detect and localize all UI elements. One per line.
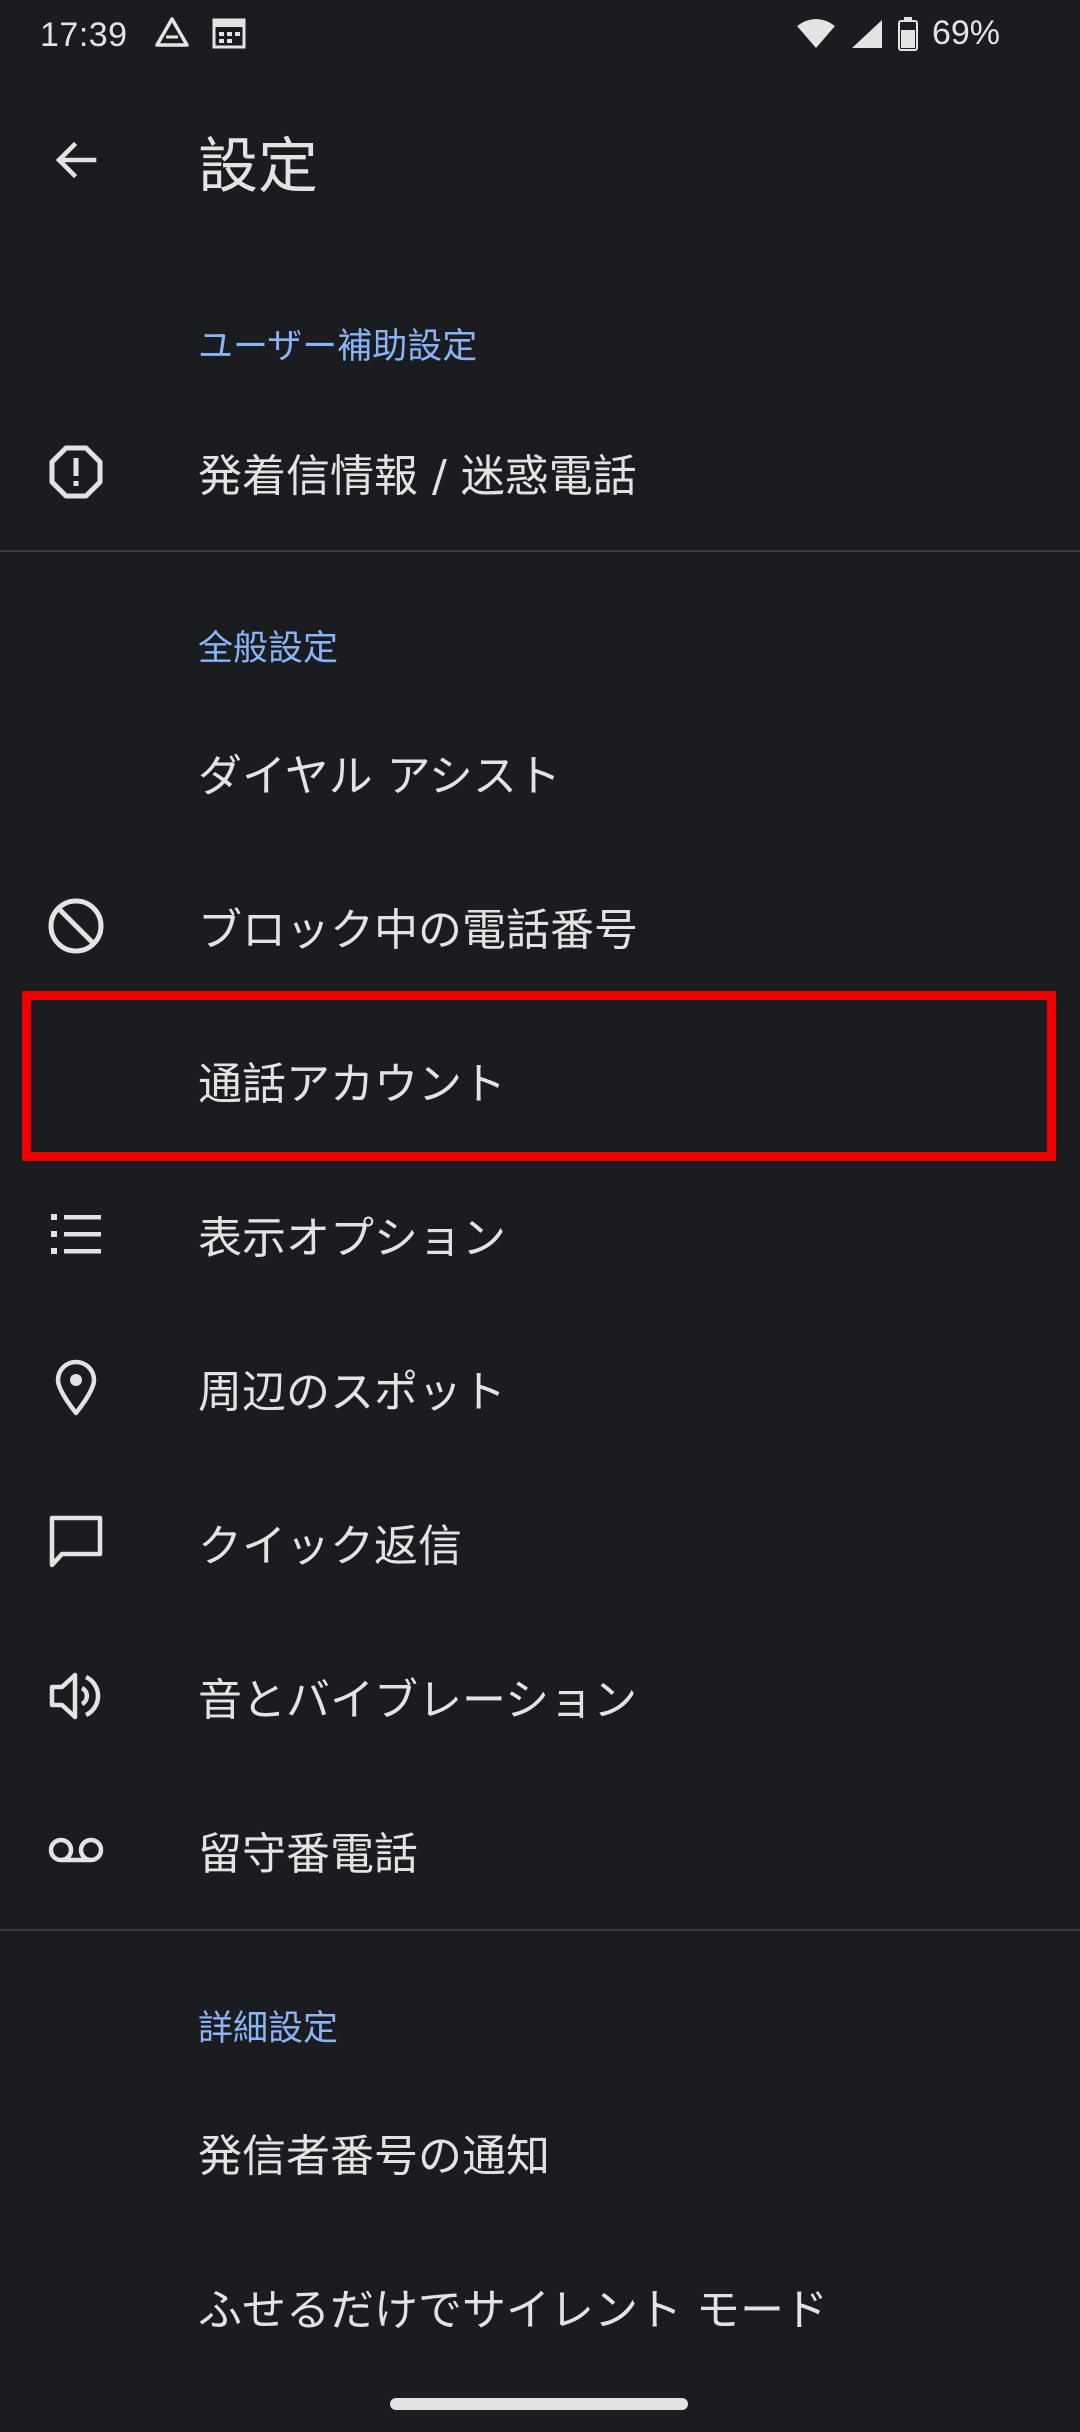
section-header-general: 全般設定 bbox=[198, 629, 339, 669]
setting-item-dial-assist[interactable]: ダイヤル アシスト bbox=[0, 695, 1080, 849]
arrow-back-icon bbox=[52, 136, 100, 184]
status-time: 17:39 bbox=[40, 16, 128, 54]
setting-item-nearby-places[interactable]: 周辺のスポット bbox=[0, 1311, 1080, 1465]
block-icon bbox=[44, 894, 108, 958]
page-title: 設定 bbox=[198, 132, 318, 202]
setting-item-label: ふせるだけでサイレント モード bbox=[198, 2285, 828, 2336]
chat-bubble-icon bbox=[44, 1510, 108, 1574]
list-icon bbox=[44, 1202, 108, 1266]
report-icon bbox=[44, 440, 108, 504]
setting-item-quick-responses[interactable]: クイック返信 bbox=[0, 1465, 1080, 1619]
setting-item-label: ダイヤル アシスト bbox=[198, 751, 561, 802]
setting-item-label: 発着信情報 / 迷惑電話 bbox=[198, 451, 637, 502]
drive-icon bbox=[154, 16, 190, 50]
back-button[interactable] bbox=[38, 122, 114, 198]
section-header-accessibility: ユーザー補助設定 bbox=[198, 327, 478, 367]
calendar-icon bbox=[212, 17, 246, 49]
status-bar: 17:39 69% bbox=[0, 0, 1080, 72]
setting-item-label: 発信者番号の通知 bbox=[198, 2131, 550, 2182]
battery-icon bbox=[897, 16, 918, 51]
setting-item-display-options[interactable]: 表示オプション bbox=[0, 1157, 1080, 1311]
section-divider bbox=[0, 550, 1080, 552]
signal-icon bbox=[850, 18, 884, 50]
setting-item-caller-id-announce[interactable]: 発信者番号の通知 bbox=[0, 2075, 1080, 2229]
setting-item-label: 表示オプション bbox=[198, 1213, 506, 1264]
section-divider bbox=[0, 1929, 1080, 1931]
wifi-icon bbox=[796, 18, 836, 50]
setting-item-flip-to-silence[interactable]: ふせるだけでサイレント モード bbox=[0, 2229, 1080, 2383]
setting-item-label: 周辺のスポット bbox=[198, 1367, 506, 1418]
setting-item-caller-id-spam[interactable]: 発着信情報 / 迷惑電話 bbox=[0, 395, 1080, 549]
setting-item-blocked-numbers[interactable]: ブロック中の電話番号 bbox=[0, 849, 1080, 1003]
app-bar: 設定 bbox=[0, 100, 1080, 220]
section-header-advanced: 詳細設定 bbox=[198, 2009, 339, 2049]
voicemail-icon bbox=[44, 1818, 108, 1882]
highlight-box bbox=[22, 991, 1056, 1161]
volume-icon bbox=[44, 1664, 108, 1728]
setting-item-sounds-vibration[interactable]: 音とバイブレーション bbox=[0, 1619, 1080, 1773]
setting-item-label: 留守番電話 bbox=[198, 1829, 418, 1880]
setting-item-label: ブロック中の電話番号 bbox=[198, 905, 638, 956]
setting-item-label: 音とバイブレーション bbox=[198, 1675, 638, 1726]
setting-item-label: クイック返信 bbox=[198, 1521, 462, 1572]
setting-item-voicemail[interactable]: 留守番電話 bbox=[0, 1773, 1080, 1927]
location-pin-icon bbox=[44, 1356, 108, 1420]
gesture-nav-handle[interactable] bbox=[390, 2398, 688, 2410]
battery-percent: 69% bbox=[931, 14, 1000, 52]
